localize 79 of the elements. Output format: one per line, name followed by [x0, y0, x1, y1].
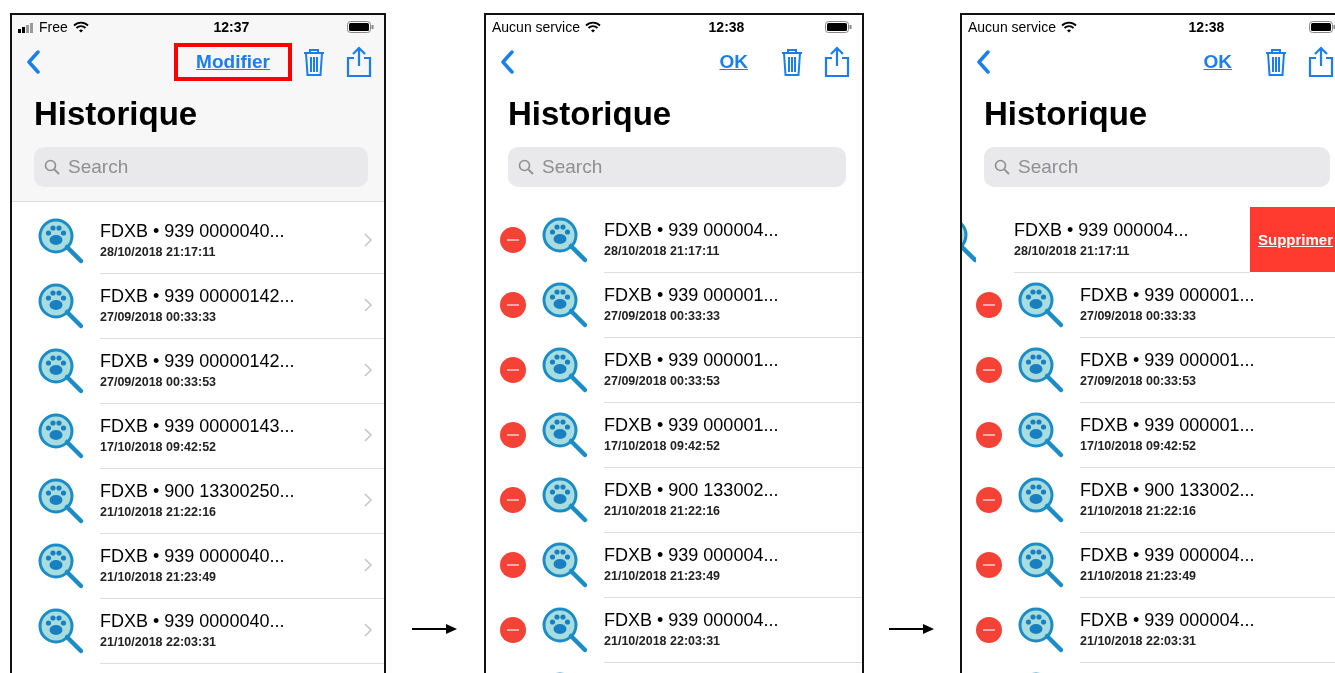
page-title: Historique — [508, 95, 673, 133]
record-date: 21/10/2018 21:23:49 — [604, 569, 722, 583]
record-date: 21/10/2018 22:03:31 — [604, 634, 722, 648]
record-date: 17/10/2018 09:42:52 — [1080, 439, 1198, 453]
carrier-name: Aucun service — [968, 19, 1056, 35]
right-arrow-icon — [412, 623, 458, 635]
record-date: 27/09/2018 00:33:53 — [604, 374, 722, 388]
record-title: FDXB • 939 000001... — [1080, 415, 1256, 436]
delete-toggle[interactable] — [500, 291, 526, 318]
record-date: 21/10/2018 21:22:16 — [100, 505, 218, 519]
record-title: FDXB • 939 000001... — [604, 285, 780, 306]
record-date: 21/10/2018 21:23:49 — [1080, 569, 1198, 583]
clock-time: 12:38 — [1187, 19, 1226, 35]
delete-toggle[interactable] — [976, 421, 1002, 448]
delete-toggle[interactable] — [500, 356, 526, 383]
record-title: FDXB • 939 0000040... — [100, 221, 286, 242]
record-date: 21/10/2018 21:22:16 — [1080, 504, 1198, 518]
delete-action-button[interactable]: Supprimer — [1250, 207, 1335, 272]
record-title: FDXB • 939 000001... — [604, 415, 780, 436]
record-title: FDXB • 939 000004... — [604, 545, 780, 566]
record-date: 21/10/2018 22:03:31 — [1080, 634, 1198, 648]
record-date: 17/10/2018 09:42:52 — [100, 440, 218, 454]
record-date: 27/09/2018 00:33:53 — [1080, 374, 1198, 388]
delete-toggle[interactable] — [976, 486, 1002, 513]
record-date: 28/10/2018 21:17:11 — [1014, 244, 1131, 258]
delete-toggle[interactable] — [500, 486, 526, 513]
delete-toggle[interactable] — [976, 291, 1002, 318]
page-title: Historique — [984, 95, 1149, 133]
record-date: 21/10/2018 21:23:49 — [100, 570, 218, 584]
record-title: FDXB • 939 000004... — [1080, 545, 1256, 566]
battery-icon — [347, 21, 374, 33]
record-title: FDXB • 939 000001... — [1080, 285, 1256, 306]
record-title: FDXB • 939 0000040... — [100, 546, 286, 567]
edit-button[interactable]: OK — [701, 47, 766, 77]
record-date: 21/10/2018 21:22:16 — [604, 504, 722, 518]
delete-toggle[interactable] — [976, 616, 1002, 643]
clock-time: 12:37 — [212, 19, 251, 35]
record-title: FDXB • 939 000004... — [1014, 220, 1190, 241]
delete-toggle[interactable] — [500, 421, 526, 448]
edit-button[interactable]: OK — [1185, 47, 1250, 77]
right-arrow-icon — [889, 623, 935, 635]
record-date: 27/09/2018 00:33:33 — [1080, 309, 1198, 323]
wifi-icon — [584, 21, 601, 33]
carrier-name: Aucun service — [492, 19, 580, 35]
record-title: FDXB • 939 000001... — [604, 350, 780, 371]
search-field[interactable]: Search — [34, 147, 368, 187]
wifi-icon — [1060, 21, 1077, 33]
battery-icon — [825, 21, 852, 33]
signal-icon — [18, 21, 34, 33]
record-date: 28/10/2018 21:17:11 — [604, 244, 721, 258]
search-field[interactable]: Search — [984, 147, 1330, 187]
record-date: 28/10/2018 21:17:11 — [100, 245, 217, 259]
delete-toggle[interactable] — [976, 551, 1002, 578]
page-title: Historique — [34, 95, 199, 133]
record-title: FDXB • 939 000004... — [604, 610, 780, 631]
delete-toggle[interactable] — [976, 356, 1002, 383]
carrier-name: Free — [39, 19, 68, 35]
record-date: 27/09/2018 00:33:33 — [100, 310, 218, 324]
record-title: FDXB • 939 000001... — [1080, 350, 1256, 371]
battery-icon — [1309, 21, 1335, 33]
record-date: 21/10/2018 22:03:31 — [100, 635, 218, 649]
wifi-icon — [72, 21, 89, 33]
record-date: 27/09/2018 00:33:33 — [604, 309, 722, 323]
record-date: 17/10/2018 09:42:52 — [604, 439, 722, 453]
record-title: FDXB • 900 13300250... — [100, 481, 296, 502]
record-title: FDXB • 939 000004... — [1080, 610, 1256, 631]
record-date: 27/09/2018 00:33:53 — [100, 375, 218, 389]
record-title: FDXB • 900 133002... — [1080, 480, 1256, 501]
record-title: FDXB • 900 133002... — [604, 480, 780, 501]
delete-toggle[interactable] — [500, 551, 526, 578]
record-title: FDXB • 939 00000143... — [100, 416, 296, 437]
record-title: FDXB • 939 000004... — [604, 220, 780, 241]
clock-time: 12:38 — [707, 19, 746, 35]
record-title: FDXB • 939 00000142... — [100, 351, 296, 372]
delete-toggle[interactable] — [500, 616, 526, 643]
record-title: FDXB • 939 00000142... — [100, 286, 296, 307]
record-title: FDXB • 939 0000040... — [100, 611, 286, 632]
search-field[interactable]: Search — [508, 147, 846, 187]
delete-toggle[interactable] — [500, 226, 526, 253]
